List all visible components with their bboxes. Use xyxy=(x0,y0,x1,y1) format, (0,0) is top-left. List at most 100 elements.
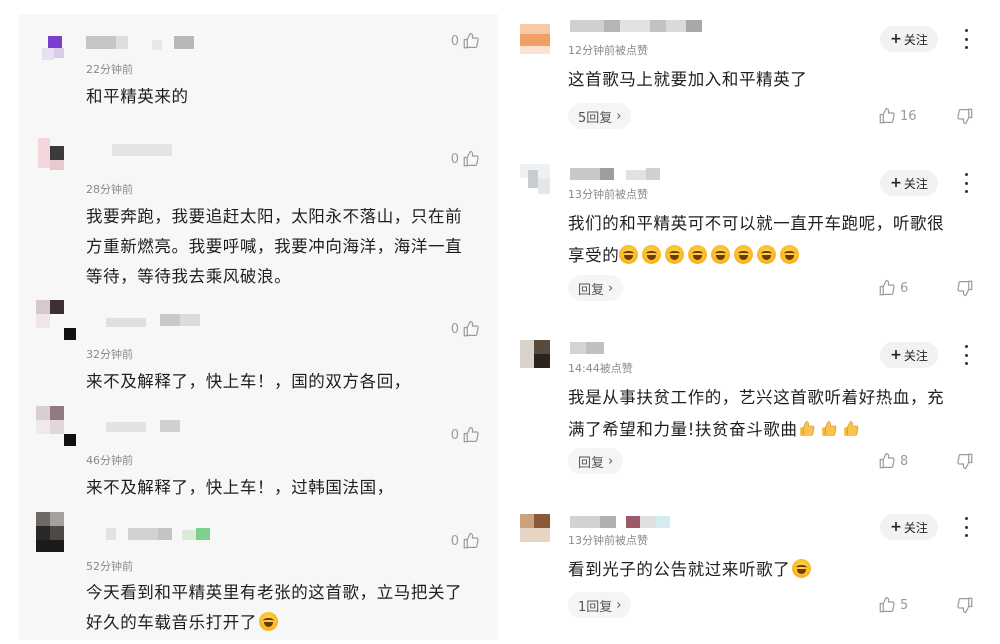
thumbs-down-outline-icon[interactable] xyxy=(956,452,974,470)
avatar[interactable] xyxy=(520,514,550,544)
reply-label: 1回复 xyxy=(578,599,613,615)
comment-line: 我是从事扶贫工作的，艺兴这首歌听着好热血，充 xyxy=(568,388,945,407)
grinning-face-emoji xyxy=(792,559,812,578)
follow-label: 关注 xyxy=(903,348,928,363)
plus-icon: + xyxy=(890,31,902,47)
thumbs-up-outline-icon xyxy=(463,32,479,49)
like-count: 0 xyxy=(450,427,459,443)
comment-line: 今天看到和平精英里有老张的这首歌，立马把关了 xyxy=(86,583,463,602)
follow-label: 关注 xyxy=(903,520,928,535)
comment-time: 22分钟前 xyxy=(86,63,133,76)
follow-button[interactable]: + 关注 xyxy=(880,26,938,52)
reply-button[interactable]: 回复 › xyxy=(568,448,624,474)
avatar[interactable] xyxy=(36,300,76,340)
follow-button[interactable]: + 关注 xyxy=(880,342,938,368)
thumbs-up-emoji xyxy=(843,421,858,436)
comment-item: 12分钟前被点赞 + 关注 这首歌马上就要加入和平精英了 5回复 › 16 xyxy=(508,0,1000,148)
comment-line: 来不及解释了，快上车！，过韩国法国， xyxy=(86,478,394,497)
grinning-face-emoji xyxy=(619,245,639,264)
comment-line: 来不及解释了，快上车！，国的双方各回， xyxy=(86,372,411,391)
vertical-ellipsis-icon[interactable] xyxy=(962,29,970,49)
follow-button[interactable]: + 关注 xyxy=(880,514,938,540)
thumbs-down-outline-icon[interactable] xyxy=(956,596,974,614)
comment-item: 22分钟前 和平精英来的 0 xyxy=(18,14,498,128)
comment-time: 13分钟前被点赞 xyxy=(568,188,648,201)
plus-icon: + xyxy=(890,519,902,535)
like-button[interactable]: 0 xyxy=(451,32,480,50)
like-button[interactable]: 16 xyxy=(878,107,917,125)
comment-list-left: 22分钟前 和平精英来的 0 28分钟前 我要奔跑，我要追赶太阳，太阳永不落山，… xyxy=(18,14,498,640)
comment-item: 32分钟前 来不及解释了，快上车！，国的双方各回， 0 xyxy=(18,298,498,404)
avatar[interactable] xyxy=(520,340,550,370)
grinning-face-emoji xyxy=(711,245,731,264)
thumbs-down-outline-icon[interactable] xyxy=(956,279,974,297)
like-button[interactable]: 5 xyxy=(878,596,908,614)
like-count: 0 xyxy=(450,321,459,337)
chevron-right-icon: › xyxy=(616,597,622,613)
comment-line: 等待，等待我去乘风破浪。 xyxy=(86,267,292,286)
comment-text: 今天看到和平精英里有老张的这首歌，立马把关了 好久的车载音乐打开了 xyxy=(86,578,476,638)
grinning-face-emoji xyxy=(780,245,800,264)
comment-text: 来不及解释了，快上车！，国的双方各回， xyxy=(86,367,476,397)
vertical-ellipsis-icon[interactable] xyxy=(962,517,970,537)
comment-item: 13分钟前被点赞 + 关注 看到光子的公告就过来听歌了 1回复 › 5 xyxy=(508,496,1000,644)
plus-icon: + xyxy=(890,347,902,363)
grinning-face-emoji xyxy=(642,245,662,264)
comment-time: 46分钟前 xyxy=(86,454,133,467)
like-button[interactable]: 0 xyxy=(451,150,480,168)
comment-item: 46分钟前 来不及解释了，快上车！，过韩国法国， 0 xyxy=(18,404,498,510)
grinning-face-emoji xyxy=(259,612,278,631)
thumbs-up-outline-icon xyxy=(463,426,479,443)
vertical-ellipsis-icon[interactable] xyxy=(962,173,970,193)
comment-item: 14:44被点赞 + 关注 我是从事扶贫工作的，艺兴这首歌听着好热血，充 满了希望… xyxy=(508,324,1000,496)
like-button[interactable]: 8 xyxy=(878,452,908,470)
follow-button[interactable]: + 关注 xyxy=(880,170,938,196)
like-button[interactable]: 0 xyxy=(451,532,480,550)
reply-button[interactable]: 回复 › xyxy=(568,275,624,301)
follow-label: 关注 xyxy=(903,176,928,191)
comment-text: 看到光子的公告就过来听歌了 xyxy=(568,554,976,586)
comment-line: 满了希望和力量!扶贫奋斗歌曲 xyxy=(568,420,798,439)
comment-time: 52分钟前 xyxy=(86,560,133,573)
like-count: 0 xyxy=(450,151,459,167)
thumbs-up-outline-icon xyxy=(879,452,895,469)
comment-line-with-emoji: 享受的 xyxy=(568,240,976,272)
like-count: 0 xyxy=(450,33,459,49)
like-count: 6 xyxy=(900,280,909,296)
comment-line: 和平精英来的 xyxy=(86,87,189,106)
comment-time: 32分钟前 xyxy=(86,348,133,361)
thumbs-up-outline-icon xyxy=(463,320,479,337)
avatar[interactable] xyxy=(520,164,550,194)
comment-text: 这首歌马上就要加入和平精英了 xyxy=(568,64,976,96)
comment-list-right: 12分钟前被点赞 + 关注 这首歌马上就要加入和平精英了 5回复 › 16 13分钟… xyxy=(508,0,1000,644)
avatar[interactable] xyxy=(36,406,76,446)
reply-button[interactable]: 5回复 › xyxy=(568,103,632,129)
avatar[interactable] xyxy=(520,24,550,54)
comment-line-with-emoji: 看到光子的公告就过来听歌了 xyxy=(568,554,976,586)
comment-line: 方重新燃亮。我要呼喊，我要冲向海洋，海洋一直 xyxy=(86,237,463,256)
like-button[interactable]: 6 xyxy=(878,279,908,297)
thumbs-up-emoji xyxy=(799,421,814,436)
like-button[interactable]: 0 xyxy=(451,320,480,338)
thumbs-down-outline-icon[interactable] xyxy=(956,107,974,125)
vertical-ellipsis-icon[interactable] xyxy=(962,345,970,365)
thumbs-up-outline-icon xyxy=(463,532,479,549)
reply-label: 回复 xyxy=(578,455,605,471)
comment-line: 看到光子的公告就过来听歌了 xyxy=(568,560,791,579)
like-button[interactable]: 0 xyxy=(451,426,480,444)
reply-button[interactable]: 1回复 › xyxy=(568,592,632,618)
comment-text: 和平精英来的 xyxy=(86,82,476,112)
comment-time: 12分钟前被点赞 xyxy=(568,44,648,57)
comment-line: 我们的和平精英可不可以就一直开车跑呢，听歌很 xyxy=(568,214,945,233)
thumbs-up-outline-icon xyxy=(879,107,895,124)
comment-text: 来不及解释了，快上车！，过韩国法国， xyxy=(86,473,476,503)
comment-text: 我是从事扶贫工作的，艺兴这首歌听着好热血，充 满了希望和力量!扶贫奋斗歌曲 xyxy=(568,382,976,446)
follow-label: 关注 xyxy=(903,32,928,47)
chevron-right-icon: › xyxy=(616,108,622,124)
avatar[interactable] xyxy=(36,138,76,174)
avatar[interactable] xyxy=(36,512,76,552)
avatar[interactable] xyxy=(36,34,76,70)
thumbs-up-outline-icon xyxy=(463,150,479,167)
grinning-face-emoji xyxy=(734,245,754,264)
comment-text: 我要奔跑，我要追赶太阳，太阳永不落山，只在前 方重新燃亮。我要呼喊，我要冲向海洋… xyxy=(86,202,476,292)
